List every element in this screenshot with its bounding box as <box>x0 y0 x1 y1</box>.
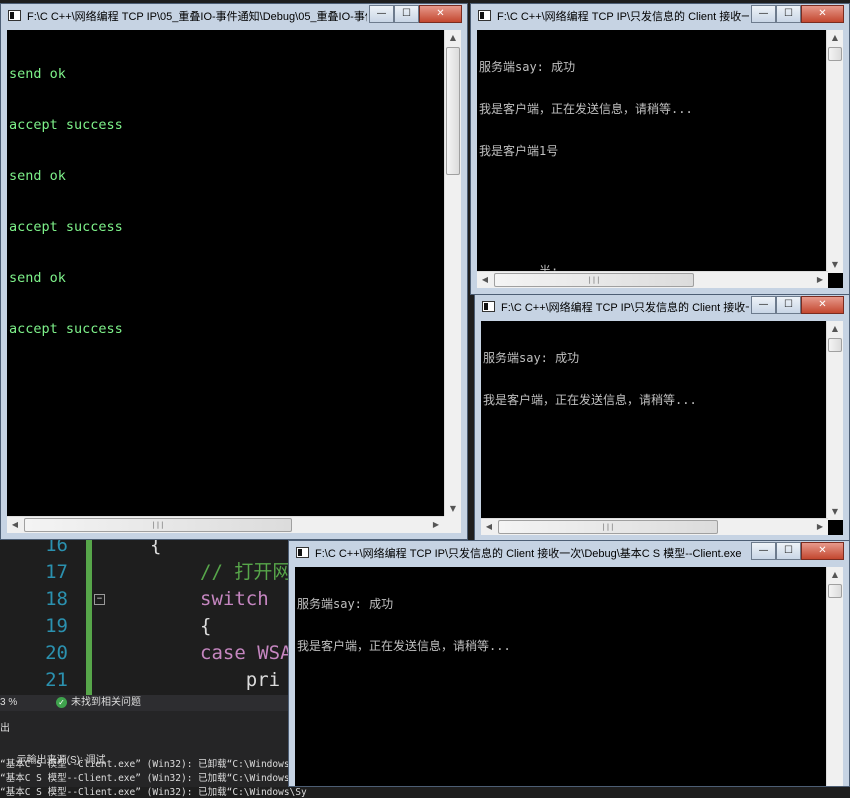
console-line: 服务端say: 成功 <box>479 60 576 74</box>
console-line: 我是客户端，正在发送信息，请稍等... <box>479 102 693 116</box>
server-console-window[interactable]: F:\C C++\网络编程 TCP IP\05_重叠IO-事件通知\Debug\… <box>0 3 468 540</box>
scroll-right-icon[interactable]: ▶ <box>812 272 828 288</box>
console-output[interactable]: send ok accept success send ok accept su… <box>7 30 461 533</box>
line-number: 19 <box>45 615 68 637</box>
window-title: F:\C C++\网络编程 TCP IP\只发信息的 Client 接收一... <box>501 302 749 314</box>
console-output[interactable]: 服务端say: 成功 我是客户端，正在发送信息，请稍等... ▲ <box>295 567 843 786</box>
output-line: “基本C S 模型--Client.exe” (Win32): 已加载“C:\W… <box>0 773 307 784</box>
console-line: 服务端say: 成功 <box>483 351 580 365</box>
scroll-thumb[interactable] <box>828 47 842 61</box>
client-console-window-2[interactable]: F:\C C++\网络编程 TCP IP\只发信息的 Client 接收一...… <box>474 294 850 542</box>
scroll-up-icon[interactable]: ▲ <box>827 321 843 337</box>
change-indicator-bar <box>86 530 92 695</box>
code-text: pri <box>200 669 281 691</box>
scroll-down-icon[interactable]: ▼ <box>827 504 843 520</box>
title-bar[interactable]: F:\C C++\网络编程 TCP IP\只发信息的 Client 接收一...… <box>475 295 849 321</box>
minimize-button[interactable]: — <box>369 5 394 23</box>
scroll-down-icon[interactable]: ▼ <box>827 257 843 273</box>
console-lines: 服务端say: 成功 我是客户端，正在发送信息，请稍等... 我是客户端1号 <box>479 32 693 186</box>
scroll-up-icon[interactable]: ▲ <box>827 567 843 583</box>
scroll-thumb[interactable] <box>828 338 842 352</box>
console-app-icon <box>482 301 495 312</box>
code-keyword: case WSA <box>200 642 292 664</box>
scroll-right-icon[interactable]: ▶ <box>428 517 444 533</box>
minimize-button[interactable]: — <box>751 5 776 23</box>
check-icon: ✓ <box>56 697 67 708</box>
maximize-button[interactable]: ☐ <box>394 5 419 23</box>
client-console-window-1[interactable]: F:\C C++\网络编程 TCP IP\只发信息的 Client 接收一...… <box>470 3 850 295</box>
close-button[interactable]: ✕ <box>801 5 844 23</box>
title-bar[interactable]: F:\C C++\网络编程 TCP IP\只发信息的 Client 接收一...… <box>471 4 849 30</box>
scroll-thumb[interactable]: ||| <box>494 273 694 287</box>
scroll-up-icon[interactable]: ▲ <box>827 30 843 46</box>
console-line: 我是客户端，正在发送信息，请稍等... <box>483 393 697 407</box>
console-line: send ok <box>9 66 66 82</box>
maximize-button[interactable]: ☐ <box>776 296 801 314</box>
window-title: F:\C C++\网络编程 TCP IP\只发信息的 Client 接收一次\D… <box>315 548 742 560</box>
console-line: send ok <box>9 270 66 286</box>
scroll-thumb[interactable]: ||| <box>24 518 292 532</box>
console-lines: 服务端say: 成功 我是客户端，正在发送信息，请稍等... <box>483 323 697 435</box>
console-line: accept success <box>9 117 123 133</box>
collapse-toggle[interactable]: − <box>94 594 105 605</box>
scroll-right-icon[interactable]: ▶ <box>812 519 828 535</box>
scroll-thumb[interactable]: ||| <box>498 520 718 534</box>
scroll-up-icon[interactable]: ▲ <box>445 30 461 46</box>
vertical-scrollbar[interactable]: ▲ ▼ <box>826 30 843 273</box>
title-bar[interactable]: F:\C C++\网络编程 TCP IP\只发信息的 Client 接收一次\D… <box>289 541 849 567</box>
minimize-button[interactable]: — <box>751 542 776 560</box>
horizontal-scrollbar[interactable]: ◀ ||| ▶ <box>481 518 828 535</box>
vertical-scrollbar[interactable]: ▲ ▼ <box>826 321 843 520</box>
code-comment: // 打开网 <box>200 561 292 583</box>
close-button[interactable]: ✕ <box>801 296 844 314</box>
close-button[interactable]: ✕ <box>419 5 462 23</box>
line-number: 17 <box>45 561 68 583</box>
vertical-scrollbar[interactable]: ▲ <box>826 567 843 786</box>
client-console-window-3[interactable]: F:\C C++\网络编程 TCP IP\只发信息的 Client 接收一次\D… <box>288 540 850 787</box>
minimize-button[interactable]: — <box>751 296 776 314</box>
line-number: 18 <box>45 588 68 610</box>
scroll-left-icon[interactable]: ◀ <box>481 519 497 535</box>
vertical-scrollbar[interactable]: ▲ ▼ <box>444 30 461 517</box>
output-panel-title: 出 <box>0 723 10 734</box>
close-button[interactable]: ✕ <box>801 542 844 560</box>
code-keyword: switch <box>200 588 269 610</box>
scroll-thumb[interactable] <box>828 584 842 598</box>
scroll-corner <box>444 516 461 533</box>
console-app-icon <box>296 547 309 558</box>
console-output[interactable]: 服务端say: 成功 我是客户端，正在发送信息，请稍等... 我是客户端1号 半… <box>477 30 843 288</box>
console-line: accept success <box>9 321 123 337</box>
console-app-icon <box>478 10 491 21</box>
console-line: 服务端say: 成功 <box>297 597 394 611</box>
output-line: “基本C S 模型--Client.exe” (Win32): 已加载“C:\W… <box>0 787 307 798</box>
title-bar[interactable]: F:\C C++\网络编程 TCP IP\05_重叠IO-事件通知\Debug\… <box>1 4 467 30</box>
horizontal-scrollbar[interactable]: ◀ ||| ▶ <box>7 516 444 533</box>
horizontal-scrollbar[interactable]: ◀ ||| ▶ <box>477 271 828 288</box>
scroll-left-icon[interactable]: ◀ <box>477 272 493 288</box>
console-output[interactable]: 服务端say: 成功 我是客户端，正在发送信息，请稍等... ▲ ▼ ◀ |||… <box>481 321 843 535</box>
console-line: send ok <box>9 168 66 184</box>
scroll-left-icon[interactable]: ◀ <box>7 517 23 533</box>
window-title: F:\C C++\网络编程 TCP IP\05_重叠IO-事件通知\Debug\… <box>27 11 367 23</box>
scroll-thumb[interactable] <box>446 47 460 175</box>
line-number: 20 <box>45 642 68 664</box>
console-line: 我是客户端1号 <box>479 144 559 158</box>
console-lines: send ok accept success send ok accept su… <box>9 32 123 372</box>
console-line: 我是客户端，正在发送信息，请稍等... <box>297 639 511 653</box>
console-line: accept success <box>9 219 123 235</box>
code-text: { <box>200 615 212 637</box>
console-app-icon <box>8 10 21 21</box>
line-number: 21 <box>45 669 68 691</box>
zoom-level[interactable]: 3 % <box>0 695 17 711</box>
scroll-down-icon[interactable]: ▼ <box>445 501 461 517</box>
console-lines: 服务端say: 成功 我是客户端，正在发送信息，请稍等... <box>297 569 511 681</box>
issues-status[interactable]: 未找到相关问题 <box>71 695 141 711</box>
output-line: “基本C S 模型--Client.exe” (Win32): 已卸载“C:\W… <box>0 759 307 770</box>
maximize-button[interactable]: ☐ <box>776 5 801 23</box>
maximize-button[interactable]: ☐ <box>776 542 801 560</box>
window-title: F:\C C++\网络编程 TCP IP\只发信息的 Client 接收一... <box>497 11 749 23</box>
